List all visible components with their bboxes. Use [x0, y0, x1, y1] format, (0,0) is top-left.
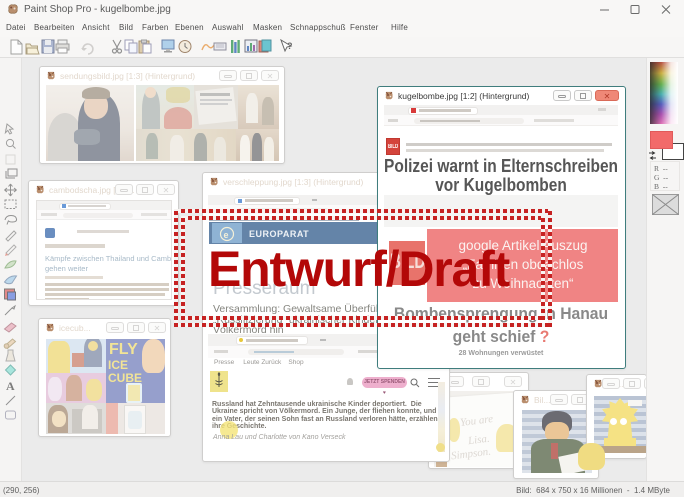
- svg-text:A: A: [6, 379, 15, 393]
- svg-text:e: e: [224, 230, 229, 240]
- svg-text:?: ?: [287, 41, 293, 51]
